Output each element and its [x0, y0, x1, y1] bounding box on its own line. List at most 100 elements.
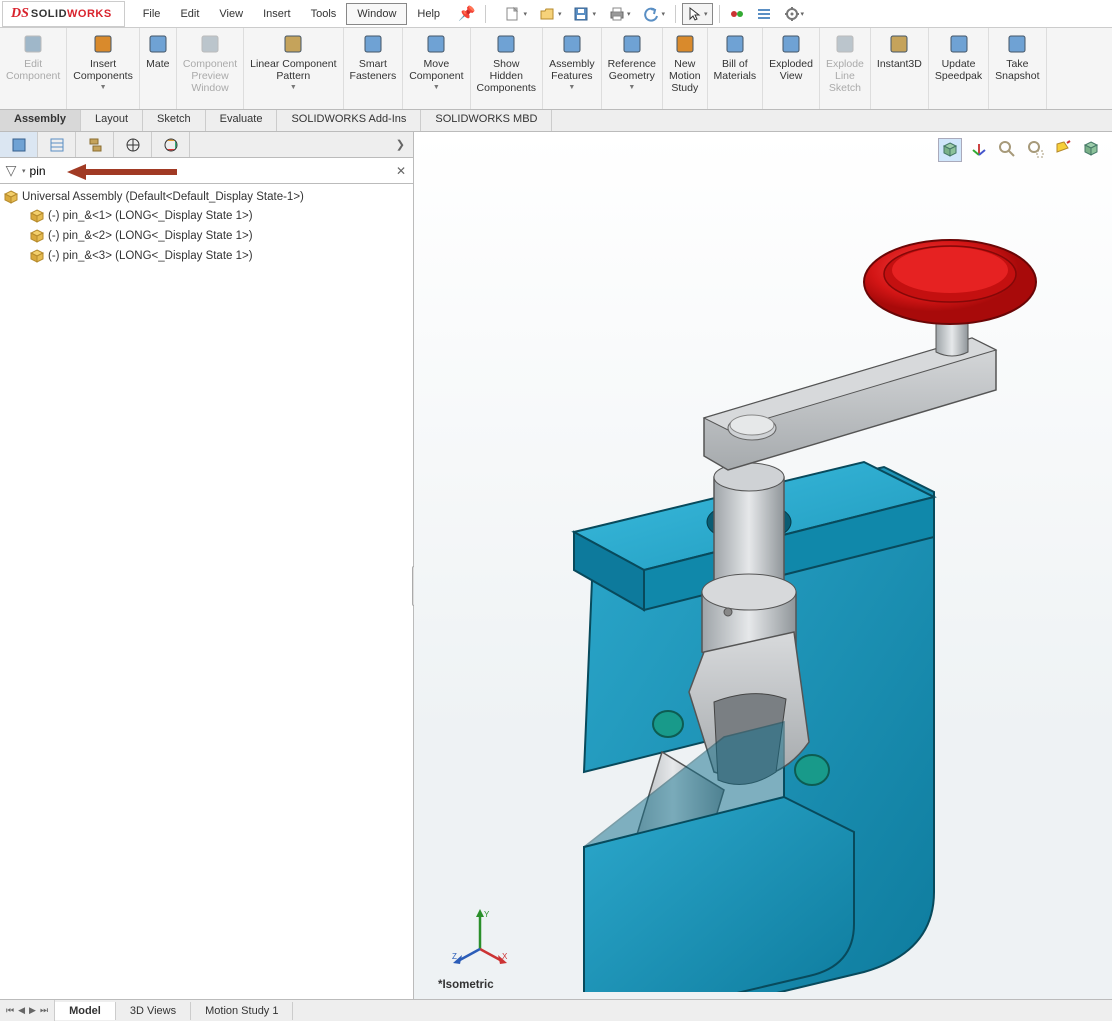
ribbon-assembly-features[interactable]: AssemblyFeatures▼: [543, 28, 602, 109]
ribbon-bill-of-materials[interactable]: Bill ofMaterials: [708, 28, 764, 109]
app-logo: DS SOLIDWORKS: [2, 1, 125, 27]
pushpin-icon[interactable]: 📌: [450, 5, 483, 22]
ribbon-show-hidden-label: ShowHiddenComponents: [477, 58, 537, 94]
qat-new-button[interactable]: ▾: [500, 4, 531, 24]
bottom-nav: ⏮ ◀ ▶ ⏭: [0, 1000, 55, 1021]
qat-undo-button[interactable]: ▾: [639, 4, 670, 24]
ribbon-mate-icon: [146, 32, 170, 56]
qat-open-button[interactable]: ▾: [535, 4, 566, 24]
tree-item-label: (-) pin_&<1> (LONG<_Display State 1>): [48, 210, 253, 222]
ribbon-linear-pattern[interactable]: Linear ComponentPattern▼: [244, 28, 343, 109]
tab-sketch[interactable]: Sketch: [143, 110, 206, 131]
ribbon-new-motion-study-label: NewMotionStudy: [669, 58, 701, 94]
ribbon-mate[interactable]: Mate: [140, 28, 177, 109]
part-icon: [30, 209, 44, 223]
ribbon-insert-components-label: InsertComponents: [73, 58, 133, 82]
qat-print-button[interactable]: ▾: [604, 4, 635, 24]
graphics-viewport[interactable]: Y X Z *Isometric: [414, 132, 1112, 999]
svg-text:Z: Z: [452, 952, 457, 961]
menu-item-view[interactable]: View: [209, 4, 253, 24]
tree-item[interactable]: (-) pin_&<1> (LONG<_Display State 1>): [4, 206, 409, 226]
feature-tree: Universal Assembly (Default<Default_Disp…: [0, 184, 413, 270]
ribbon-take-snapshot-icon: [1005, 32, 1029, 56]
ribbon-exploded-view[interactable]: ExplodedView: [763, 28, 820, 109]
tree-root-item[interactable]: Universal Assembly (Default<Default_Disp…: [4, 188, 409, 206]
feature-manager-tabs: ❯: [0, 132, 413, 158]
ribbon-explode-line-sketch-icon: [833, 32, 857, 56]
ribbon-move-component-icon: [424, 32, 448, 56]
tree-root-label: Universal Assembly (Default<Default_Disp…: [22, 191, 304, 203]
ribbon-component-preview-icon: [198, 32, 222, 56]
ribbon-explode-line-sketch: ExplodeLineSketch: [820, 28, 871, 109]
tab-assembly[interactable]: Assembly: [0, 110, 81, 131]
qat-options-button[interactable]: [752, 4, 776, 24]
chevron-down-icon: ▼: [628, 84, 635, 91]
chevron-down-icon: ▼: [433, 84, 440, 91]
fm-display-tab[interactable]: [152, 132, 190, 157]
view-orientation-label: *Isometric: [438, 979, 494, 991]
tab-evaluate[interactable]: Evaluate: [206, 110, 278, 131]
ribbon-mate-label: Mate: [146, 58, 169, 70]
bottom-last-icon[interactable]: ⏭: [38, 1005, 50, 1016]
menu-item-window[interactable]: Window: [346, 3, 407, 25]
part-icon: [30, 229, 44, 243]
menu-item-tools[interactable]: Tools: [301, 4, 347, 24]
funnel-icon[interactable]: ▽: [0, 162, 22, 179]
fm-dimxpert-tab[interactable]: [114, 132, 152, 157]
tree-item[interactable]: (-) pin_&<2> (LONG<_Display State 1>): [4, 226, 409, 246]
menu-bar: DS SOLIDWORKS FileEditViewInsertToolsWin…: [0, 0, 1112, 28]
tab-solidworks-mbd[interactable]: SOLIDWORKS MBD: [421, 110, 552, 131]
assembly-icon: [4, 190, 18, 204]
ribbon-exploded-view-icon: [779, 32, 803, 56]
bottom-tab-model[interactable]: Model: [55, 1002, 116, 1020]
feature-manager-panel: ❯ ▽ ▾ ✕ Universal Assembly (Default<Defa…: [0, 132, 414, 999]
bottom-tab-motion-study-1[interactable]: Motion Study 1: [191, 1002, 293, 1020]
menu-item-edit[interactable]: Edit: [170, 4, 209, 24]
ribbon-linear-pattern-icon: [281, 32, 305, 56]
orientation-triad-icon: Y X Z: [450, 907, 510, 967]
ribbon-new-motion-study-icon: [673, 32, 697, 56]
ribbon-reference-geometry[interactable]: ReferenceGeometry▼: [602, 28, 663, 109]
fm-expand-arrow[interactable]: ❯: [190, 132, 413, 157]
tree-item[interactable]: (-) pin_&<3> (LONG<_Display State 1>): [4, 246, 409, 266]
qat-save-button[interactable]: ▾: [569, 4, 600, 24]
bottom-first-icon[interactable]: ⏮: [4, 1005, 16, 1016]
tree-item-label: (-) pin_&<2> (LONG<_Display State 1>): [48, 230, 253, 242]
ribbon-component-preview-label: ComponentPreviewWindow: [183, 58, 237, 94]
qat-select-button[interactable]: ▾: [682, 3, 713, 25]
ribbon-take-snapshot[interactable]: TakeSnapshot: [989, 28, 1046, 109]
ribbon-smart-fasteners-label: SmartFasteners: [350, 58, 397, 82]
tab-layout[interactable]: Layout: [81, 110, 143, 131]
menu-item-file[interactable]: File: [133, 4, 171, 24]
menu-item-help[interactable]: Help: [407, 4, 450, 24]
ribbon-edit-component-icon: [21, 32, 45, 56]
ribbon-show-hidden[interactable]: ShowHiddenComponents: [471, 28, 544, 109]
chevron-down-icon: ▼: [100, 84, 107, 91]
quick-access-toolbar: ▾ ▾ ▾ ▾ ▾ ▾ ▾: [500, 3, 808, 25]
qat-rebuild-button[interactable]: [726, 5, 748, 23]
ribbon-move-component[interactable]: MoveComponent ▼: [403, 28, 470, 109]
qat-settings-button[interactable]: ▾: [780, 4, 809, 24]
filter-clear-button[interactable]: ✕: [389, 164, 413, 178]
bottom-tab-3d-views[interactable]: 3D Views: [116, 1002, 191, 1020]
ribbon-insert-components[interactable]: InsertComponents ▼: [67, 28, 140, 109]
filter-dropdown-arrow[interactable]: ▾: [22, 167, 26, 175]
fm-property-tab[interactable]: [38, 132, 76, 157]
menu-item-insert[interactable]: Insert: [253, 4, 301, 24]
fm-tree-tab[interactable]: [0, 132, 38, 157]
ribbon-new-motion-study[interactable]: NewMotionStudy: [663, 28, 708, 109]
tab-solidworks-add-ins[interactable]: SOLIDWORKS Add-Ins: [277, 110, 421, 131]
bottom-next-icon[interactable]: ▶: [27, 1005, 38, 1016]
ribbon-instant3d[interactable]: Instant3D: [871, 28, 929, 109]
command-tabs: AssemblyLayoutSketchEvaluateSOLIDWORKS A…: [0, 110, 1112, 132]
ribbon-update-speedpak[interactable]: UpdateSpeedpak: [929, 28, 989, 109]
ribbon-edit-component-label: EditComponent: [6, 58, 60, 82]
filter-input[interactable]: [30, 164, 389, 178]
ribbon-smart-fasteners[interactable]: SmartFasteners: [344, 28, 404, 109]
ribbon-toolbar: EditComponent InsertComponents ▼ Mate Compon…: [0, 28, 1112, 110]
bottom-prev-icon[interactable]: ◀: [16, 1005, 27, 1016]
fm-config-tab[interactable]: [76, 132, 114, 157]
ribbon-move-component-label: MoveComponent: [409, 58, 463, 82]
ribbon-instant3d-icon: [887, 32, 911, 56]
chevron-down-icon: ▼: [568, 84, 575, 91]
